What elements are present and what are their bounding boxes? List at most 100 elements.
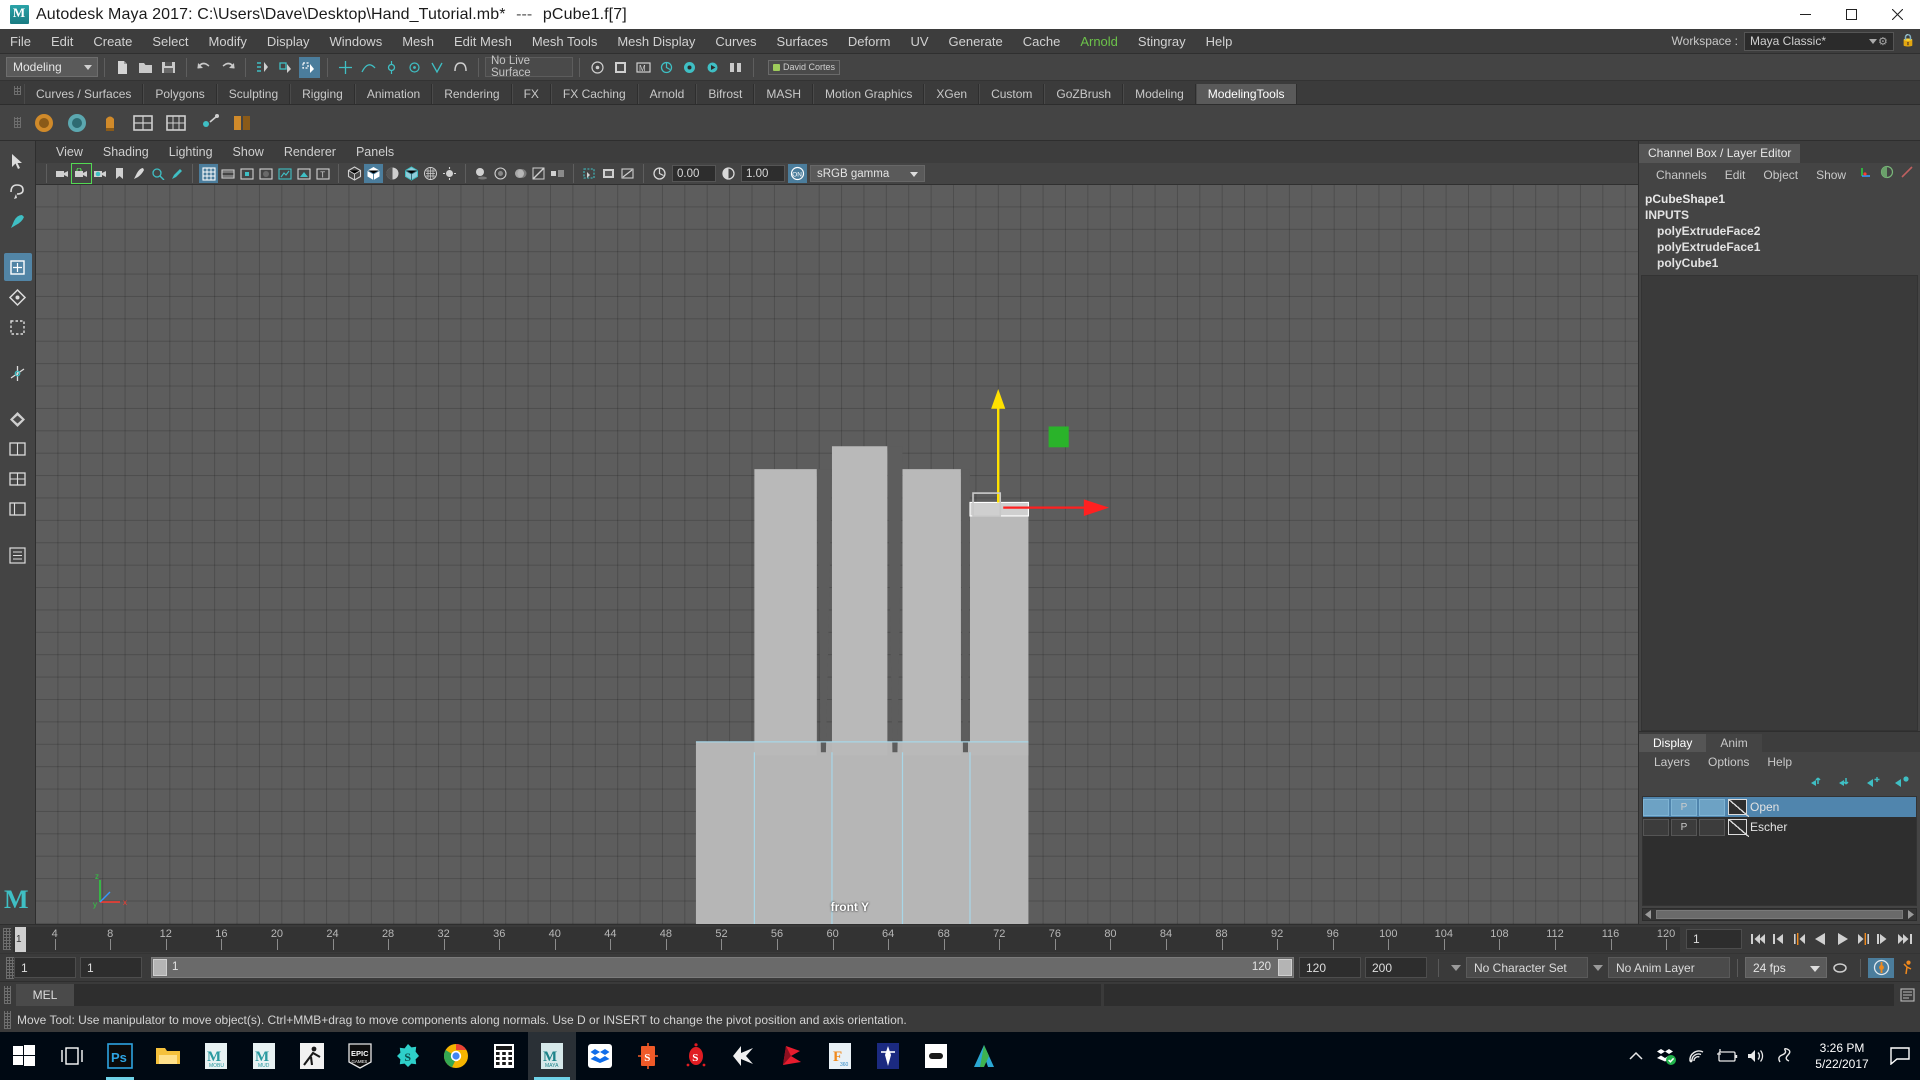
undo-icon[interactable] — [194, 57, 215, 78]
gear-icon[interactable]: ⚙ — [1878, 35, 1891, 48]
film-gate-icon[interactable] — [218, 164, 237, 183]
shade-material-icon[interactable] — [383, 164, 402, 183]
shelf-tab-animation[interactable]: Animation — [354, 84, 433, 104]
maximize-button[interactable] — [1828, 0, 1874, 29]
soft-select-icon[interactable] — [4, 405, 32, 433]
isolate-select-icon[interactable] — [580, 164, 599, 183]
menu-mesh[interactable]: Mesh — [392, 29, 444, 54]
multi-cut-icon[interactable] — [129, 109, 156, 136]
shelf-tab-gozbrush[interactable]: GoZBrush — [1044, 84, 1124, 104]
anim-layer-field[interactable]: No Anim Layer — [1608, 957, 1730, 978]
gamma-field[interactable]: 1.00 — [741, 165, 785, 182]
onedrive-or-pen-icon[interactable] — [1772, 1032, 1800, 1080]
viewport-3d-canvas[interactable]: front Y z y x — [36, 185, 1638, 924]
gate-mask-icon[interactable] — [256, 164, 275, 183]
scroll-right-arrow-icon[interactable] — [1906, 907, 1914, 922]
menu-select[interactable]: Select — [142, 29, 198, 54]
single-pane-layout-icon[interactable] — [4, 435, 32, 463]
range-slider[interactable]: 1 120 — [151, 957, 1294, 978]
go-to-start-icon[interactable] — [1748, 929, 1767, 949]
menu-generate[interactable]: Generate — [939, 29, 1013, 54]
menu-uv[interactable]: UV — [900, 29, 938, 54]
shelf-tab-fx[interactable]: FX — [511, 84, 551, 104]
viewport-menu-show[interactable]: Show — [223, 141, 274, 163]
animation-preferences-icon[interactable] — [1894, 958, 1920, 978]
snap-to-point-icon[interactable] — [381, 57, 402, 78]
quad-draw-icon[interactable] — [162, 109, 189, 136]
wireframe-shading-icon[interactable] — [345, 164, 364, 183]
taskbar-item-substance[interactable]: S — [384, 1032, 432, 1080]
viewport-menu-lighting[interactable]: Lighting — [159, 141, 223, 163]
taskbar-item-autodesk[interactable] — [960, 1032, 1008, 1080]
menu-mesh-display[interactable]: Mesh Display — [607, 29, 705, 54]
command-line-drag-handle[interactable] — [4, 985, 11, 1004]
render-view-icon[interactable] — [656, 57, 677, 78]
use-all-lights-icon[interactable] — [440, 164, 459, 183]
taskbar-item-file-explorer[interactable] — [144, 1032, 192, 1080]
range-slider-right-handle[interactable] — [1278, 959, 1292, 976]
crease-tool-icon[interactable] — [228, 109, 255, 136]
command-input-field[interactable] — [74, 983, 1101, 1006]
channel-box-menu-show[interactable]: Show — [1807, 165, 1855, 185]
taskbar-item-dropbox[interactable] — [576, 1032, 624, 1080]
motion-blur-icon[interactable] — [510, 164, 529, 183]
menu-windows[interactable]: Windows — [319, 29, 392, 54]
resolution-gate-icon[interactable] — [237, 164, 256, 183]
show-hidden-icons-chevron-icon[interactable] — [1622, 1032, 1650, 1080]
script-editor-icon[interactable] — [1894, 984, 1920, 1006]
select-camera-icon[interactable] — [53, 164, 72, 183]
layer-state-toggle[interactable] — [1699, 818, 1725, 836]
hypershade-icon[interactable]: M — [633, 57, 654, 78]
wireframe-on-shaded-icon[interactable] — [402, 164, 421, 183]
taskbar-item-zbrush[interactable] — [864, 1032, 912, 1080]
menu-mesh-tools[interactable]: Mesh Tools — [522, 29, 608, 54]
shelf-tab-curves-surfaces[interactable]: Curves / Surfaces — [24, 84, 144, 104]
layer-list-horizontal-scrollbar[interactable] — [1642, 908, 1917, 921]
sculpt-brush-icon[interactable] — [30, 109, 57, 136]
menu-modify[interactable]: Modify — [199, 29, 257, 54]
step-back-frame-icon[interactable] — [1769, 929, 1788, 949]
taskbar-item-substance-painter[interactable]: S — [624, 1032, 672, 1080]
shelf-tab-arnold[interactable]: Arnold — [637, 84, 697, 104]
layer-name-escher[interactable]: Escher — [1750, 820, 1787, 834]
taskbar-item-oculus[interactable] — [912, 1032, 960, 1080]
layer-playback-toggle[interactable]: P — [1671, 818, 1697, 836]
channel-box-menu-channels[interactable]: Channels — [1647, 165, 1716, 185]
shelf-tab-modeling[interactable]: Modeling — [1123, 84, 1196, 104]
menu-curves[interactable]: Curves — [705, 29, 766, 54]
channel-box-menu-edit[interactable]: Edit — [1716, 165, 1755, 185]
character-set-field[interactable]: No Character Set — [1466, 957, 1588, 978]
grab-brush-icon[interactable] — [96, 109, 123, 136]
playback-end-time-field[interactable]: 120 — [1299, 957, 1361, 978]
texture-display-icon[interactable] — [421, 164, 440, 183]
snap-to-curve-icon[interactable] — [358, 57, 379, 78]
shelf-tab-mash[interactable]: MASH — [754, 84, 813, 104]
menu-create[interactable]: Create — [83, 29, 142, 54]
lock-icon[interactable]: 🔒 — [1900, 33, 1916, 49]
shelf-tab-polygons[interactable]: Polygons — [143, 84, 217, 104]
layer-editor-menu-help[interactable]: Help — [1758, 755, 1801, 769]
taskbar-item-unity[interactable] — [720, 1032, 768, 1080]
layer-state-toggle[interactable] — [1699, 798, 1725, 816]
ipr-render-icon[interactable] — [702, 57, 723, 78]
two-dimensional-pan-zoom-icon[interactable] — [148, 164, 167, 183]
xray-toggle-icon[interactable] — [294, 164, 313, 183]
shadows-toggle-icon[interactable] — [472, 164, 491, 183]
command-language-button[interactable]: MEL — [16, 983, 74, 1006]
select-by-object-icon[interactable] — [276, 57, 297, 78]
channel-box-input-polyextrudeface2[interactable]: polyExtrudeFace2 — [1643, 223, 1920, 239]
play-backwards-icon[interactable] — [1811, 929, 1830, 949]
exposure-field[interactable]: 0.00 — [672, 165, 716, 182]
scale-tool-icon[interactable] — [4, 313, 32, 341]
channel-box-node-name[interactable]: pCubeShape1 — [1643, 191, 1920, 207]
command-output-field[interactable] — [1104, 983, 1894, 1006]
layer-color-swatch[interactable] — [1728, 819, 1749, 837]
layer-color-swatch[interactable] — [1728, 799, 1749, 817]
select-tool-icon[interactable] — [4, 147, 32, 175]
step-forward-frame-icon[interactable] — [1874, 929, 1893, 949]
shelf-icons-drag-handle[interactable] — [14, 117, 21, 128]
outliner-panel-icon[interactable] — [4, 541, 32, 569]
xray-active-components-icon[interactable] — [618, 164, 637, 183]
anim-layer-dropdown-arrow-icon[interactable] — [1593, 964, 1603, 971]
select-by-hierarchy-icon[interactable] — [253, 57, 274, 78]
